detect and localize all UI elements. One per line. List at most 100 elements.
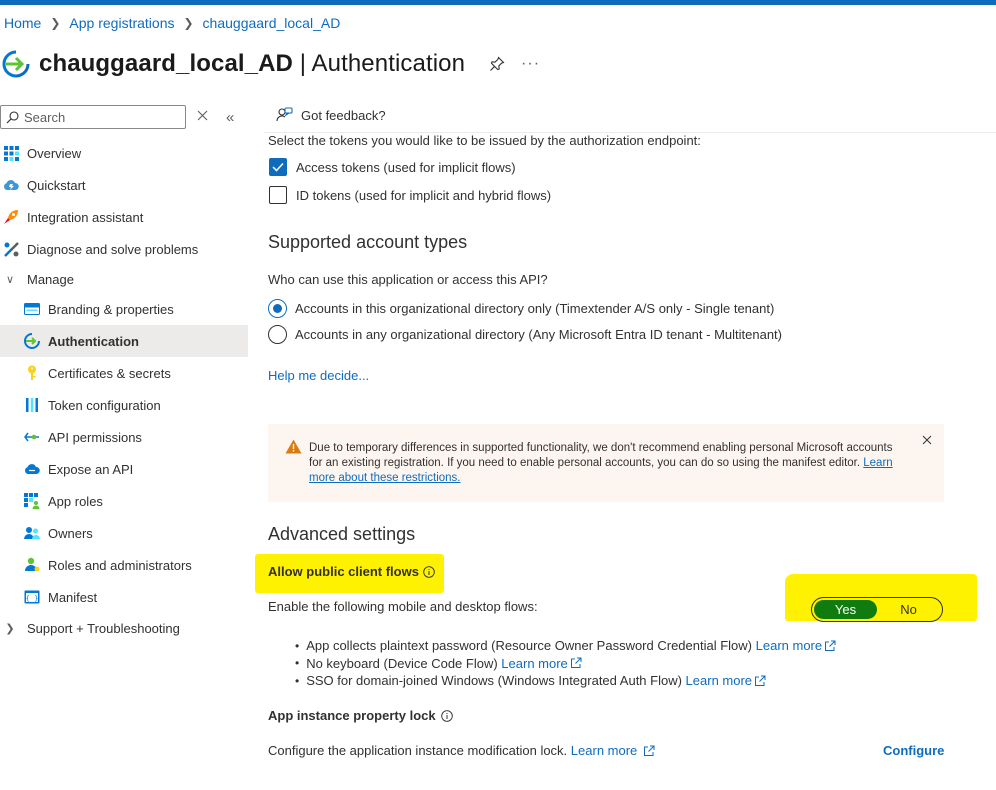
public-flows-title: Allow public client flows (268, 564, 435, 579)
rocket-icon (3, 209, 19, 225)
sidebar-item-label: Manage (27, 271, 74, 287)
sidebar-nav: Overview Quickstart Integration assistan… (0, 137, 248, 643)
flows-list: App collects plaintext password (Resourc… (295, 637, 836, 690)
top-accent-bar (0, 0, 996, 5)
sidebar-item-api-permissions[interactable]: API permissions (0, 421, 248, 453)
property-lock-description: Configure the application instance modif… (268, 743, 655, 758)
api-icon (24, 429, 40, 445)
toggle-no[interactable]: No (877, 600, 940, 619)
configure-link[interactable]: Configure (883, 743, 944, 758)
chevron-right-icon: ❯ (5, 622, 15, 635)
lock-learn-more-link[interactable]: Learn more (571, 743, 637, 758)
search-icon (6, 110, 19, 123)
sidebar-item-app-roles[interactable]: App roles (0, 485, 248, 517)
toggle-yes[interactable]: Yes (814, 600, 877, 619)
collapse-sidebar-icon[interactable]: « (226, 109, 234, 126)
info-icon[interactable] (440, 709, 453, 722)
breadcrumb-app-registrations[interactable]: App registrations (69, 15, 174, 31)
external-link-icon (570, 657, 582, 669)
id-tokens-label: ID tokens (used for implicit and hybrid … (296, 187, 552, 203)
breadcrumb: Home ❯ App registrations ❯ chauggaard_lo… (4, 15, 340, 31)
cloud-api-icon (24, 461, 40, 477)
access-tokens-checkbox[interactable]: Access tokens (used for implicit flows) (269, 158, 516, 176)
sidebar-item-expose-api[interactable]: Expose an API (0, 453, 248, 485)
wrench-icon (3, 241, 19, 257)
key-icon (24, 365, 40, 381)
close-icon[interactable] (922, 435, 932, 445)
page-header: chauggaard_local_AD | Authentication ··· (2, 42, 540, 86)
warning-text: Due to temporary differences in supporte… (309, 442, 893, 484)
sidebar-item-label: Roles and administrators (48, 557, 192, 573)
help-me-decide-link[interactable]: Help me decide... (268, 368, 369, 383)
account-option-single-tenant[interactable]: Accounts in this organizational director… (268, 299, 774, 318)
sidebar-item-label: API permissions (48, 429, 142, 445)
sidebar-item-label: App roles (48, 493, 103, 509)
learn-more-link[interactable]: Learn more (686, 673, 752, 688)
pin-icon[interactable] (489, 56, 505, 72)
breadcrumb-chevron-icon: ❯ (183, 16, 194, 30)
warning-banner: Due to temporary differences in supporte… (268, 424, 944, 502)
feedback-icon (276, 107, 293, 122)
search-input[interactable] (24, 109, 174, 125)
sidebar-item-manifest[interactable]: { } Manifest (0, 581, 248, 613)
feedback-label: Got feedback? (301, 108, 386, 123)
sidebar-item-label: Certificates & secrets (48, 365, 171, 381)
list-item: No keyboard (Device Code Flow) Learn mor… (295, 655, 836, 673)
info-icon[interactable] (423, 565, 435, 578)
public-flows-description: Enable the following mobile and desktop … (268, 599, 538, 614)
grid-icon (3, 145, 19, 161)
account-types-title: Supported account types (268, 232, 468, 252)
sidebar-item-owners[interactable]: Owners (0, 517, 248, 549)
external-link-icon (755, 675, 766, 686)
sidebar-item-label: Manifest (48, 589, 98, 605)
sidebar-item-label: Overview (27, 145, 82, 161)
sidebar-item-branding[interactable]: Branding & properties (0, 293, 248, 325)
account-option-multitenant[interactable]: Accounts in any organizational directory… (268, 325, 782, 344)
access-tokens-label: Access tokens (used for implicit flows) (296, 159, 516, 175)
account-option-label: Accounts in this organizational director… (295, 301, 775, 316)
more-options-icon[interactable]: ··· (521, 55, 540, 73)
learn-more-link[interactable]: Learn more (756, 638, 822, 653)
chevron-down-icon: ∨ (5, 273, 15, 286)
advanced-settings-title: Advanced settings (268, 524, 416, 544)
page-title: chauggaard_local_AD | Authentication (39, 50, 466, 77)
learn-more-link[interactable]: Learn more (501, 656, 567, 671)
sidebar-group-manage[interactable]: ∨ Manage (0, 265, 248, 293)
manifest-icon: { } (24, 589, 40, 605)
checkbox-unchecked-icon (269, 186, 287, 204)
public-flows-toggle[interactable]: Yes No (811, 597, 943, 622)
sidebar-group-support[interactable]: ❯ Support + Troubleshooting (0, 613, 248, 643)
breadcrumb-current[interactable]: chauggaard_local_AD (203, 15, 341, 31)
sidebar-item-label: Branding & properties (48, 301, 174, 317)
sidebar-item-label: Integration assistant (27, 209, 144, 225)
sidebar-item-authentication[interactable]: Authentication (0, 325, 248, 357)
bars-icon (24, 397, 40, 413)
sidebar-item-roles-admins[interactable]: Roles and administrators (0, 549, 248, 581)
list-item: App collects plaintext password (Resourc… (295, 637, 836, 655)
sidebar-item-overview[interactable]: Overview (0, 137, 248, 169)
sidebar-search[interactable] (0, 105, 186, 129)
clear-search-icon[interactable] (197, 110, 208, 121)
sidebar-item-integration-assistant[interactable]: Integration assistant (0, 201, 248, 233)
sidebar-item-label: Support + Troubleshooting (27, 620, 180, 636)
sidebar-item-token-configuration[interactable]: Token configuration (0, 389, 248, 421)
sidebar-item-label: Quickstart (27, 177, 86, 193)
radio-selected-icon (268, 299, 287, 318)
external-link-icon (825, 640, 836, 651)
card-icon (24, 301, 40, 317)
authentication-icon (24, 333, 40, 349)
breadcrumb-chevron-icon: ❯ (50, 16, 61, 30)
breadcrumb-home[interactable]: Home (4, 15, 41, 31)
id-tokens-checkbox[interactable]: ID tokens (used for implicit and hybrid … (269, 186, 551, 204)
sidebar-item-diagnose[interactable]: Diagnose and solve problems (0, 233, 248, 265)
feedback-button[interactable]: Got feedback? (276, 107, 386, 124)
sidebar-item-label: Owners (48, 525, 93, 541)
sidebar-item-label: Authentication (48, 333, 139, 349)
cloud-icon (3, 177, 19, 193)
sidebar-item-quickstart[interactable]: Quickstart (0, 169, 248, 201)
app-roles-icon (24, 493, 40, 509)
account-option-label: Accounts in any organizational directory… (295, 327, 782, 342)
sidebar-item-certificates[interactable]: Certificates & secrets (0, 357, 248, 389)
radio-unselected-icon (268, 325, 287, 344)
account-types-question: Who can use this application or access t… (268, 272, 548, 287)
